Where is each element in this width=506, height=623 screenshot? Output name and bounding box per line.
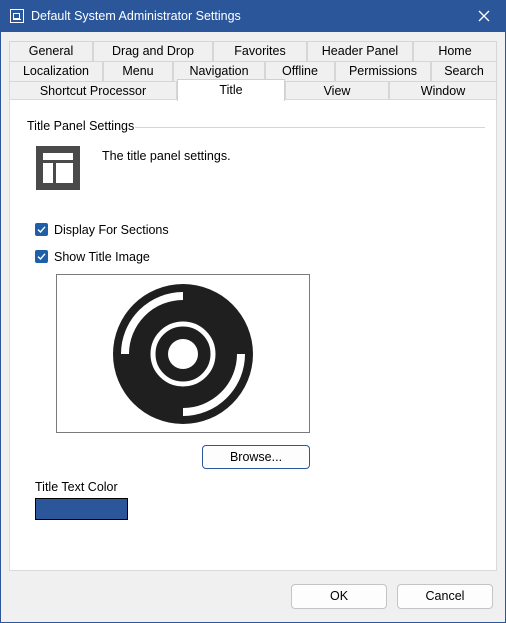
title-text-color-label: Title Text Color <box>35 480 118 494</box>
checkmark-icon <box>37 226 46 234</box>
checkmark-icon <box>37 253 46 261</box>
display-for-sections-label[interactable]: Display For Sections <box>54 223 169 237</box>
title-tab-panel: Title Panel Settings The title panel set… <box>9 99 497 571</box>
tab-drag-and-drop[interactable]: Drag and Drop <box>93 41 213 61</box>
settings-window-icon <box>10 9 24 23</box>
title-text-color-swatch[interactable] <box>35 498 128 520</box>
show-title-image-label[interactable]: Show Title Image <box>54 250 150 264</box>
tab-view[interactable]: View <box>285 81 389 101</box>
tab-search[interactable]: Search <box>431 61 497 81</box>
tab-offline[interactable]: Offline <box>265 61 335 81</box>
tab-general[interactable]: General <box>9 41 93 61</box>
cancel-button[interactable]: Cancel <box>397 584 493 609</box>
tab-header-panel[interactable]: Header Panel <box>307 41 413 61</box>
group-divider <box>135 127 485 128</box>
tab-shortcut-processor[interactable]: Shortcut Processor <box>9 81 177 101</box>
tab-permissions[interactable]: Permissions <box>335 61 431 81</box>
close-icon <box>478 10 490 22</box>
window-title: Default System Administrator Settings <box>31 9 241 23</box>
ok-button[interactable]: OK <box>291 584 387 609</box>
title-bar[interactable]: Default System Administrator Settings <box>1 1 505 32</box>
tab-navigation[interactable]: Navigation <box>173 61 265 81</box>
close-button[interactable] <box>465 1 505 32</box>
tab-localization[interactable]: Localization <box>9 61 103 81</box>
display-for-sections-checkbox[interactable] <box>35 223 48 236</box>
title-image-disc-icon <box>113 284 253 424</box>
tab-home[interactable]: Home <box>413 41 497 61</box>
browse-button[interactable]: Browse... <box>202 445 310 469</box>
title-panel-layout-icon <box>36 146 80 190</box>
tab-menu[interactable]: Menu <box>103 61 173 81</box>
panel-description: The title panel settings. <box>102 149 231 163</box>
group-title: Title Panel Settings <box>27 119 135 133</box>
title-image-preview <box>56 274 310 433</box>
settings-dialog: Default System Administrator Settings Ge… <box>0 0 506 623</box>
tab-window[interactable]: Window <box>389 81 497 101</box>
tab-favorites[interactable]: Favorites <box>213 41 307 61</box>
tab-title[interactable]: Title <box>177 79 285 101</box>
show-title-image-checkbox[interactable] <box>35 250 48 263</box>
